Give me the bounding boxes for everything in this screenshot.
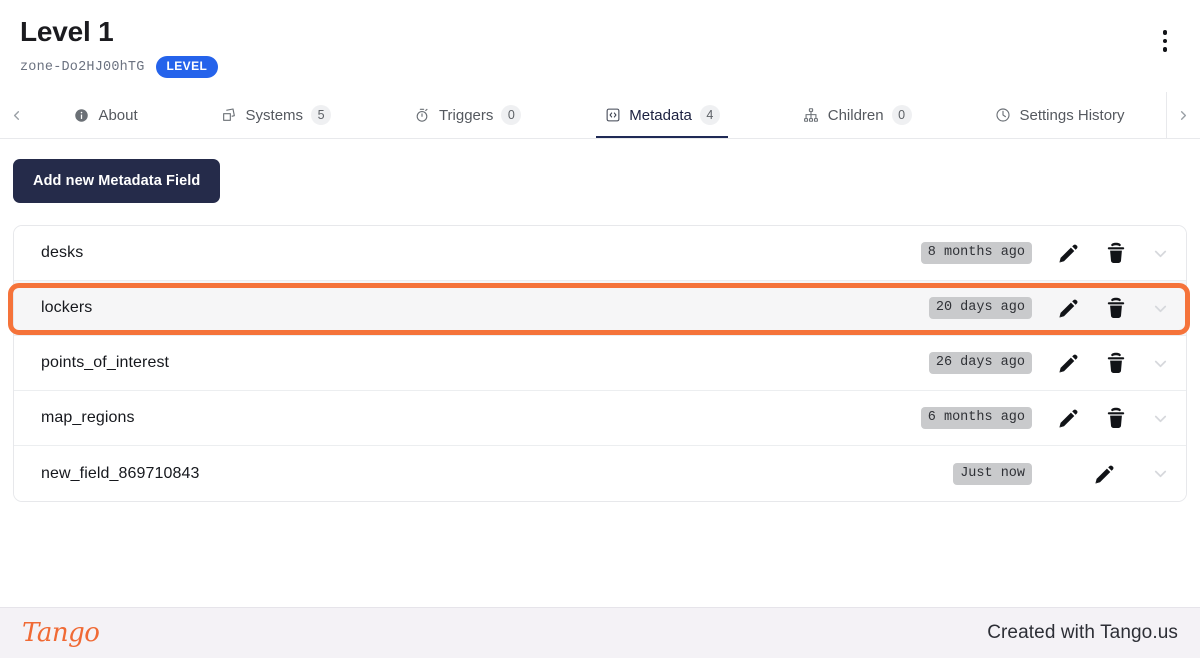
code-box-icon — [604, 107, 621, 124]
field-name: points_of_interest — [41, 354, 170, 371]
timestamp-badge: Just now — [953, 462, 1032, 485]
trash-icon[interactable] — [1098, 406, 1134, 430]
chevron-down-icon[interactable] — [1134, 354, 1186, 373]
table-row[interactable]: new_field_869710843 Just now — [14, 446, 1186, 501]
tab-triggers[interactable]: Triggers 0 — [406, 92, 529, 138]
tab-label: Systems — [245, 106, 304, 124]
tab-count-badge: 5 — [311, 105, 332, 125]
table-row[interactable]: lockers 20 days ago — [14, 281, 1186, 336]
level-badge: LEVEL — [155, 56, 219, 78]
kebab-dot — [1162, 47, 1168, 52]
field-name: new_field_869710843 — [41, 464, 200, 482]
field-name: map_regions — [41, 409, 135, 426]
tab-count-badge: 4 — [699, 105, 720, 125]
tab-systems[interactable]: Systems 5 — [213, 92, 340, 138]
pencil-icon[interactable] — [1050, 406, 1086, 430]
metadata-field-list: desks 8 months ago lockers 20 days ago p… — [13, 225, 1187, 502]
tab-settings-history[interactable]: Settings History — [987, 92, 1133, 138]
footer-bar: Tango Created with Tango.us — [0, 607, 1200, 658]
kebab-menu-icon[interactable] — [1152, 22, 1178, 60]
chevron-down-icon[interactable] — [1134, 244, 1186, 263]
pencil-icon[interactable] — [1050, 296, 1086, 320]
page-title: Level 1 — [20, 16, 114, 47]
table-row[interactable]: desks 8 months ago — [14, 226, 1186, 281]
kebab-dot — [1162, 30, 1168, 35]
pencil-icon[interactable] — [1050, 241, 1086, 265]
pencil-icon[interactable] — [1050, 351, 1086, 375]
chevron-left-icon[interactable] — [0, 92, 32, 138]
stopwatch-icon — [414, 107, 431, 124]
page-subheader: zone-Do2HJ00hTG LEVEL — [20, 56, 1180, 78]
tab-count-badge: 0 — [501, 105, 522, 125]
add-metadata-field-button[interactable]: Add new Metadata Field — [13, 159, 221, 203]
tab-label: Settings History — [1019, 106, 1125, 124]
field-name: lockers — [41, 299, 93, 316]
timestamp-badge: 26 days ago — [928, 352, 1032, 374]
tab-label: Triggers — [438, 106, 494, 124]
chevron-right-icon[interactable] — [1166, 92, 1200, 138]
clock-icon — [995, 107, 1012, 124]
tab-metadata[interactable]: Metadata 4 — [596, 92, 728, 138]
timestamp-badge: 20 days ago — [928, 297, 1032, 319]
tab-count-badge: 0 — [891, 105, 912, 125]
tab-bar: About Systems 5 Triggers 0 Metadata 4 Ch… — [0, 92, 1200, 139]
tab-label: About — [98, 106, 138, 124]
pencil-icon[interactable] — [1086, 462, 1122, 486]
tab-children[interactable]: Children 0 — [795, 92, 920, 138]
table-row[interactable]: points_of_interest 26 days ago — [14, 336, 1186, 391]
tab-label: Children — [827, 106, 884, 124]
info-icon — [73, 107, 90, 124]
tab-list: About Systems 5 Triggers 0 Metadata 4 Ch… — [32, 92, 1166, 138]
kebab-dot — [1162, 38, 1168, 44]
page-header: Level 1 zone-Do2HJ00hTG LEVEL — [0, 0, 1200, 78]
footer-text: Created with Tango.us — [987, 622, 1178, 643]
chevron-down-icon[interactable] — [1134, 299, 1186, 318]
table-row[interactable]: map_regions 6 months ago — [14, 391, 1186, 446]
chevron-down-icon[interactable] — [1134, 409, 1186, 428]
tango-logo: Tango — [22, 618, 100, 648]
chevron-down-icon[interactable] — [1134, 464, 1186, 483]
app-screen: Level 1 zone-Do2HJ00hTG LEVEL About Syst… — [0, 0, 1200, 658]
trash-icon[interactable] — [1098, 351, 1134, 375]
layers-icon — [221, 107, 238, 124]
zone-id-text: zone-Do2HJ00hTG — [20, 59, 145, 75]
field-name: desks — [41, 244, 84, 261]
sitemap-icon — [803, 107, 820, 124]
tab-label: Metadata — [629, 106, 692, 124]
trash-icon[interactable] — [1098, 296, 1134, 320]
metadata-panel: Add new Metadata Field desks 8 months ag… — [0, 139, 1200, 607]
trash-icon[interactable] — [1098, 241, 1134, 265]
timestamp-badge: 8 months ago — [920, 242, 1032, 264]
tab-about[interactable]: About — [65, 92, 145, 138]
timestamp-badge: 6 months ago — [920, 407, 1032, 429]
